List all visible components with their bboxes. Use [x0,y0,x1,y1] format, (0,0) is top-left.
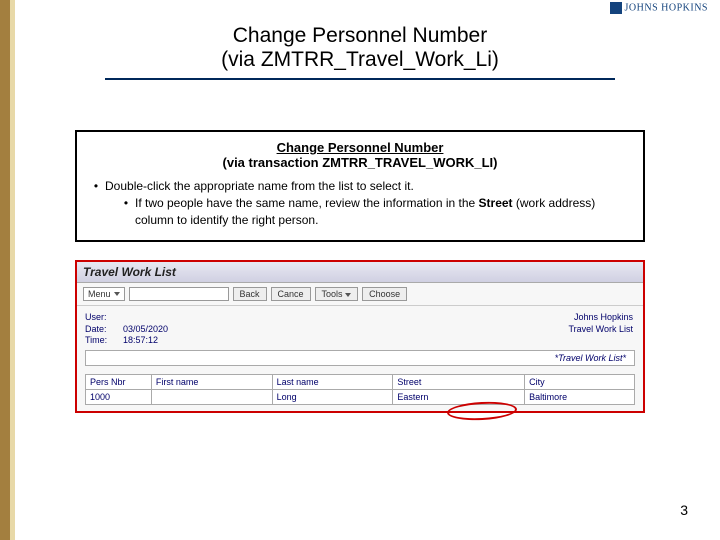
cell-street: Eastern [393,390,525,405]
sap-command-input[interactable] [129,287,229,301]
chevron-down-icon [114,292,120,296]
col-city: City [525,375,635,390]
bullet-icon: • [87,178,105,195]
sap-body: User: Date: 03/05/2020 Time: 18:57:12 John… [77,306,643,411]
title-underline [105,78,615,80]
sap-window-title: Travel Work List [77,262,643,283]
title-line-2: (via ZMTRR_Travel_Work_Li) [60,48,660,72]
sub-bullet-pre: If two people have the same name, review… [135,196,479,210]
cell-last-name: Long [272,390,393,405]
shield-icon [610,2,622,14]
choose-button[interactable]: Choose [362,287,407,301]
tools-label: Tools [322,289,343,299]
bullet-text: Double-click the appropriate name from t… [105,178,633,195]
cell-city: Baltimore [525,390,635,405]
page-number: 3 [680,502,688,518]
left-border-inner [10,0,15,540]
sub-bullet-text: If two people have the same name, review… [135,195,633,229]
report-name: Travel Work List [568,324,633,336]
instruction-box: Change Personnel Number (via transaction… [75,130,645,242]
sap-result-table: Pers Nbr First name Last name Street Cit… [85,374,635,405]
sap-info-left: User: Date: 03/05/2020 Time: 18:57:12 [85,312,168,347]
instruction-subheading: (via transaction ZMTRR_TRAVEL_WORK_LI) [87,155,633,170]
col-last-name: Last name [272,375,393,390]
sap-screenshot: Travel Work List Menu Back Cance Tools C… [75,260,645,413]
table-header-row: Pers Nbr First name Last name Street Cit… [86,375,635,390]
sap-toolbar: Menu Back Cance Tools Choose [77,283,643,306]
cell-first-name [151,390,272,405]
org-logo: JOHNS HOPKINS [610,2,708,14]
left-border-outer [0,0,10,540]
instruction-heading: Change Personnel Number [87,140,633,155]
logo-text: JOHNS HOPKINS [625,2,708,13]
instruction-sub-bullet: • If two people have the same name, revi… [87,195,633,229]
col-pers-nbr: Pers Nbr [86,375,152,390]
title-line-1: Change Personnel Number [60,24,660,48]
col-street: Street [393,375,525,390]
cell-pers-nbr: 1000 [86,390,152,405]
col-first-name: First name [151,375,272,390]
slide-title: Change Personnel Number (via ZMTRR_Trave… [60,24,660,80]
sap-info-right: Johns Hopkins Travel Work List [568,312,633,335]
sub-bullet-icon: • [117,195,135,229]
table-row[interactable]: 1000 Long Eastern Baltimore [86,390,635,405]
sap-menu-label: Menu [88,289,111,299]
user-label: User: [85,312,119,324]
sap-section-header: *Travel Work List* [85,350,635,366]
instruction-bullet: • Double-click the appropriate name from… [87,178,633,195]
time-label: Time: [85,335,119,347]
left-accent-border [0,0,15,540]
cancel-button[interactable]: Cance [271,287,311,301]
date-label: Date: [85,324,119,336]
logo-bar: JOHNS HOPKINS [0,0,720,22]
tools-button[interactable]: Tools [315,287,359,301]
back-button[interactable]: Back [233,287,267,301]
sub-bullet-bold: Street [479,196,513,210]
sap-menu-dropdown[interactable]: Menu [83,287,125,301]
chevron-down-icon [345,293,351,297]
org-name: Johns Hopkins [568,312,633,324]
time-value: 18:57:12 [123,335,158,347]
date-value: 03/05/2020 [123,324,168,336]
